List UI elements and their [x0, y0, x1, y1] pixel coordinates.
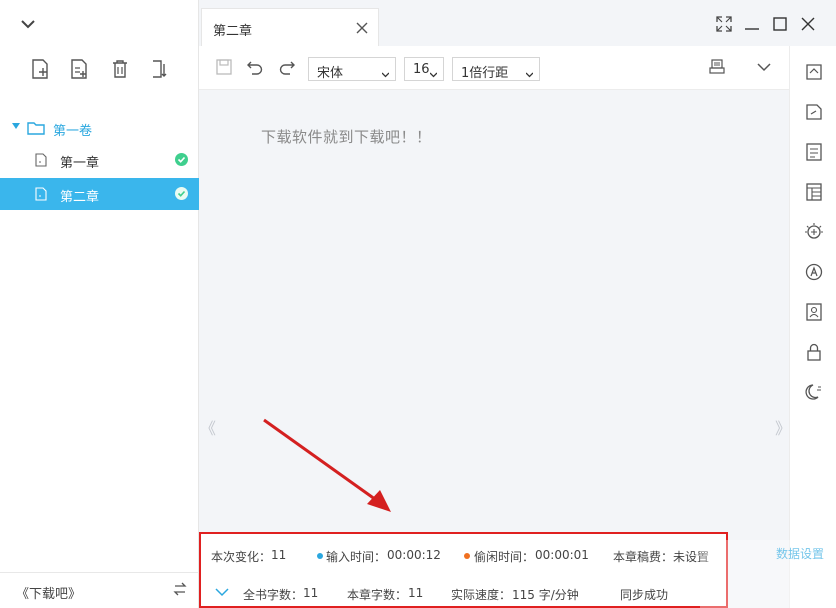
expand-left-icon[interactable]: 《	[200, 415, 216, 439]
swap-icon[interactable]	[173, 582, 187, 599]
chapter-label: 第二章	[60, 190, 100, 205]
tab-bar: 第二章	[199, 0, 836, 46]
table-icon[interactable]	[804, 182, 824, 202]
new-volume-icon[interactable]	[30, 58, 50, 80]
new-chapter-icon[interactable]	[69, 58, 89, 80]
change-value: 11	[271, 548, 287, 562]
outline-icon[interactable]	[804, 62, 824, 82]
lightbulb-icon[interactable]	[804, 222, 824, 242]
editor-text[interactable]: 下载软件就到下载吧！！	[261, 126, 432, 147]
trash-icon[interactable]	[110, 58, 130, 80]
night-mode-icon[interactable]	[804, 382, 824, 402]
fee-label: 本章稿费：	[613, 550, 674, 564]
folder-icon	[27, 120, 45, 139]
chevron-down-icon	[381, 67, 390, 78]
fullscreen-icon[interactable]	[714, 14, 734, 34]
minimize-icon[interactable]	[742, 14, 762, 34]
input-dot-icon	[317, 553, 323, 559]
editor-toolbar: 宋体 16 1倍行距	[199, 46, 789, 90]
sidebar-toolbar	[0, 58, 199, 80]
annotation-arrow	[263, 418, 391, 512]
close-window-icon[interactable]	[798, 14, 818, 34]
chapter-item-1[interactable]: 第一章	[0, 144, 199, 176]
font-value: 宋体	[317, 66, 344, 81]
volume-item[interactable]: 第一卷	[0, 114, 199, 142]
idle-dot-icon	[464, 553, 470, 559]
chevron-down-icon[interactable]	[215, 586, 229, 600]
idle-time-value: 00:00:01	[535, 548, 589, 562]
sidebar: 第一卷 第一章 第二章 《下载吧》	[0, 0, 199, 608]
document-list-icon[interactable]	[804, 142, 824, 162]
chapter-tree: 第一卷 第一章 第二章	[0, 114, 199, 210]
tab-title: 第二章	[213, 24, 253, 39]
sort-icon[interactable]	[150, 58, 170, 80]
watermark-overlay	[700, 540, 836, 608]
font-size-select[interactable]: 16	[404, 57, 444, 81]
editor-pane: 第二章 宋体 16 1倍行距 下载软件就到下载吧！！ 《 》 本次变化： 11 …	[199, 0, 836, 608]
document-icon	[35, 187, 47, 204]
saved-check-icon	[175, 153, 188, 166]
print-icon[interactable]	[708, 58, 726, 76]
caret-down-icon[interactable]	[12, 123, 20, 129]
volume-label: 第一卷	[53, 124, 93, 139]
chevron-down-icon[interactable]	[18, 14, 38, 34]
book-words-label: 全书字数：	[243, 588, 304, 602]
character-card-icon[interactable]	[804, 302, 824, 322]
status-row-2: 全书字数： 11 本章字数： 11 实际速度： 115 字/分钟 同步成功	[201, 574, 730, 608]
redo-icon[interactable]	[278, 58, 296, 76]
book-words-value: 11	[303, 586, 319, 600]
chapter-item-2[interactable]: 第二章	[0, 178, 199, 210]
close-icon[interactable]	[354, 20, 370, 36]
editor-content[interactable]: 下载软件就到下载吧！！ 《 》	[199, 90, 791, 532]
line-spacing-select[interactable]: 1倍行距	[452, 57, 540, 81]
document-icon	[35, 153, 47, 170]
sync-status: 同步成功	[620, 588, 669, 602]
input-time-value: 00:00:12	[387, 548, 441, 562]
chevron-down-icon[interactable]	[755, 58, 773, 76]
undo-icon[interactable]	[246, 58, 264, 76]
status-bar: 本次变化： 11 输入时间： 00:00:12 偷闲时间： 00:00:01 本…	[199, 532, 728, 608]
note-icon[interactable]	[804, 102, 824, 122]
status-row-1: 本次变化： 11 输入时间： 00:00:12 偷闲时间： 00:00:01 本…	[201, 536, 730, 572]
saved-check-icon	[175, 187, 188, 200]
save-icon[interactable]	[215, 58, 233, 76]
chapter-words-value: 11	[408, 586, 424, 600]
lock-icon[interactable]	[804, 342, 824, 362]
line-spacing-value: 1倍行距	[461, 66, 509, 81]
book-title[interactable]: 《下载吧》	[16, 583, 81, 602]
sidebar-footer: 《下载吧》	[0, 572, 199, 608]
right-rail	[789, 46, 836, 608]
speed-value: 115 字/分钟	[512, 588, 579, 602]
input-time-label: 输入时间：	[326, 550, 387, 564]
chapter-words-label: 本章字数：	[347, 588, 408, 602]
maximize-icon[interactable]	[770, 14, 790, 34]
chevron-down-icon	[525, 67, 534, 78]
change-label: 本次变化：	[211, 550, 272, 564]
chapter-label: 第一章	[60, 156, 100, 171]
tab-chapter[interactable]: 第二章	[201, 8, 379, 46]
idle-time-label: 偷闲时间：	[474, 550, 535, 564]
font-style-icon[interactable]	[804, 262, 824, 282]
font-size-value: 16	[413, 62, 430, 77]
speed-label: 实际速度：	[451, 588, 512, 602]
font-select[interactable]: 宋体	[308, 57, 396, 81]
chevron-down-icon	[429, 67, 438, 78]
